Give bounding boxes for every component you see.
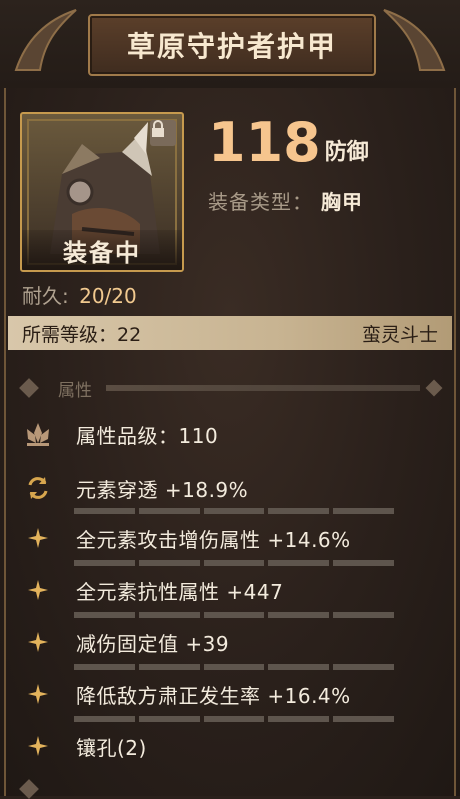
attribute-row: 元素穿透 +18.9% xyxy=(22,466,420,510)
equipped-status: 装备中 xyxy=(22,230,182,270)
lotus-crown-icon xyxy=(22,418,54,450)
diamond-icon xyxy=(19,378,39,398)
equipment-type-key: 装备类型： xyxy=(208,190,313,214)
durability-value: 20/20 xyxy=(79,284,137,308)
lock-icon[interactable] xyxy=(150,120,176,146)
attribute-row: 镶孔(2) xyxy=(22,724,420,768)
required-level: 所需等级：22 xyxy=(22,323,142,346)
section-title: 属性 xyxy=(58,380,92,401)
durability-key: 耐久: xyxy=(22,284,69,308)
attribute-label: 元素穿透 +18.9% xyxy=(76,477,249,502)
header: 草原守护者护甲 xyxy=(0,0,460,88)
durability: 耐久: 20/20 xyxy=(22,280,137,309)
sparkle-star-icon xyxy=(22,574,54,606)
attribute-label: 镶孔(2) xyxy=(76,735,147,760)
section-divider xyxy=(106,385,420,391)
attribute-row: 全元素抗性属性 +447 xyxy=(22,568,420,612)
attribute-label: 减伤固定值 +39 xyxy=(76,631,230,656)
attribute-progress-segments xyxy=(74,664,394,670)
equipment-type-value: 胸甲 xyxy=(321,190,363,214)
attribute-row: 减伤固定值 +39 xyxy=(22,620,420,664)
attribute-progress-segments xyxy=(74,716,394,722)
attribute-label: 属性品级：110 xyxy=(76,423,219,448)
attribute-label: 全元素抗性属性 +447 xyxy=(76,579,284,604)
item-portrait[interactable]: 装备中 xyxy=(20,112,184,272)
attribute-progress-segments xyxy=(74,560,394,566)
title-plate: 草原守护者护甲 xyxy=(88,14,376,76)
defense-unit: 防御 xyxy=(324,140,369,165)
right-horn-ornament xyxy=(383,9,446,71)
attribute-label: 降低敌方肃正发生率 +16.4% xyxy=(76,683,351,708)
attributes-section-header: 属性 xyxy=(19,374,443,402)
item-title: 草原守护者护甲 xyxy=(126,30,337,63)
attribute-row: 属性品级：110 xyxy=(22,412,420,456)
sparkle-star-icon xyxy=(22,678,54,710)
attribute-row: 降低敌方肃正发生率 +16.4% xyxy=(22,672,420,716)
attribute-row: 全元素攻击增伤属性 +14.6% xyxy=(22,516,420,560)
sparkle-star-icon xyxy=(22,730,54,762)
equipment-type: 装备类型： 胸甲 xyxy=(208,186,363,215)
diamond-icon xyxy=(425,379,443,397)
requirement-bar: 所需等级：22 蛮灵斗士 xyxy=(8,316,452,350)
defense-value: 118 xyxy=(208,111,321,174)
defense-stat: 118 防御 xyxy=(208,110,369,170)
attribute-progress-segments xyxy=(74,612,394,618)
refresh-cycle-icon xyxy=(22,472,54,504)
sparkle-star-icon xyxy=(22,626,54,658)
required-class: 蛮灵斗士 xyxy=(361,323,438,346)
sparkle-star-icon xyxy=(22,522,54,554)
attribute-label: 全元素攻击增伤属性 +14.6% xyxy=(76,527,351,552)
next-section-header xyxy=(19,779,39,799)
left-horn-ornament xyxy=(14,9,77,71)
attribute-progress-segments xyxy=(74,508,394,514)
